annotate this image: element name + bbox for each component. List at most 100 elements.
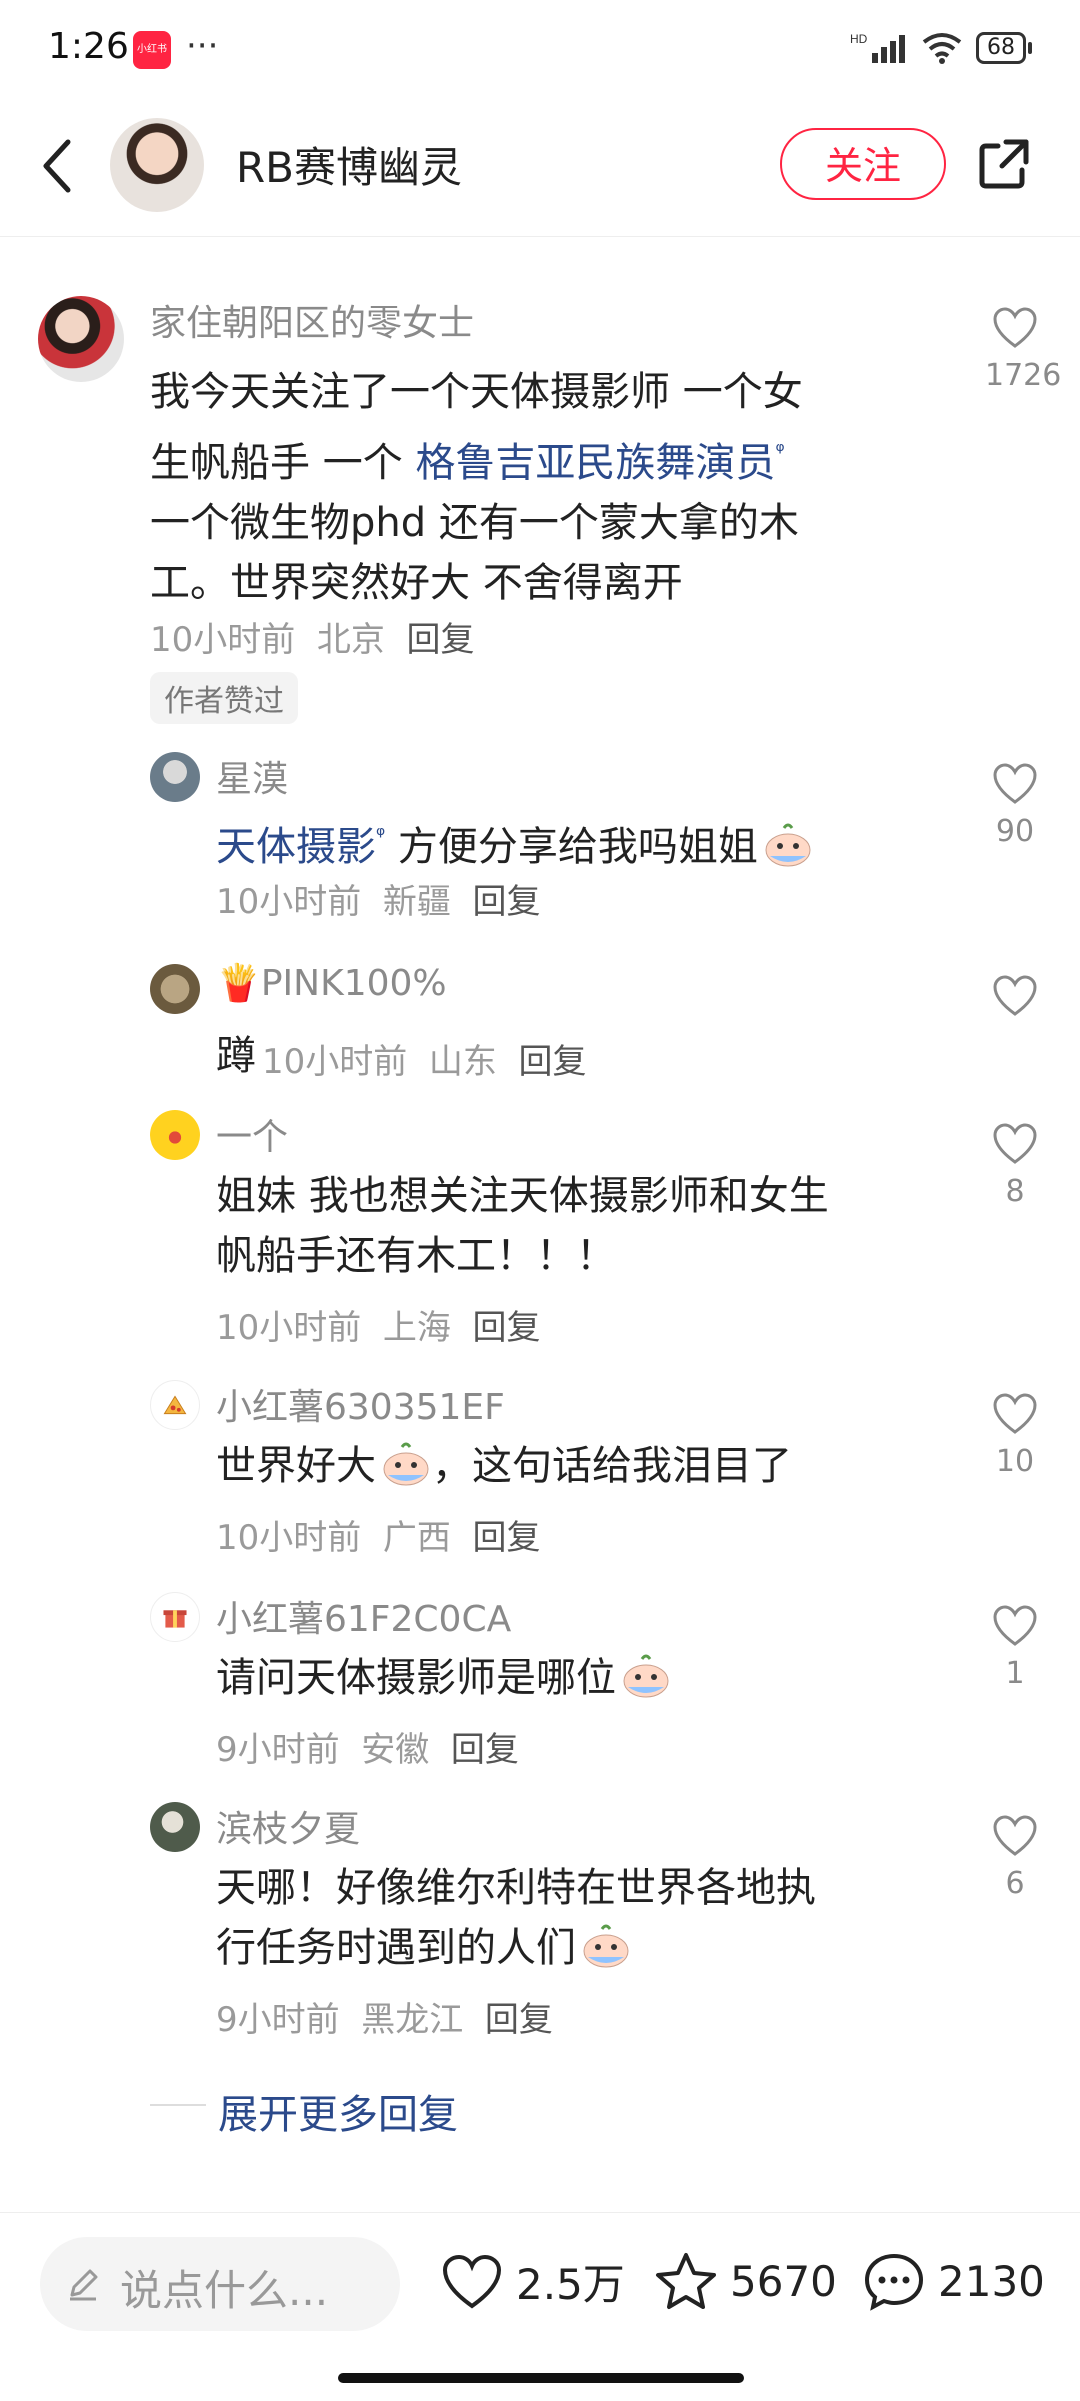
comment-line: 生帆船手 一个 格鲁吉亚民族舞演员ᵠ xyxy=(150,422,950,493)
reply-location: 新疆 xyxy=(382,882,451,922)
like-total: 2.5万 xyxy=(516,2260,625,2309)
search-link[interactable]: 格鲁吉亚民族舞演员 xyxy=(415,440,775,486)
heart-icon[interactable] xyxy=(991,1604,1039,1648)
heart-icon[interactable] xyxy=(991,1122,1039,1166)
reply-like[interactable]: 1 xyxy=(985,1604,1045,1691)
reply-meta: 10小时前 上海 回复 xyxy=(216,1300,541,1349)
reply-text-body: 行任务时遇到的人们 xyxy=(216,1925,576,1971)
follow-button[interactable]: 关注 xyxy=(780,128,946,200)
crying-emoji-icon xyxy=(583,1924,629,1968)
like-count: 6 xyxy=(1005,1866,1025,1901)
search-icon: ᵠ xyxy=(775,439,785,464)
comment-time: 10小时前 xyxy=(150,620,296,660)
heart-icon[interactable] xyxy=(991,762,1039,806)
reply-text-body: 蹲 xyxy=(216,1033,256,1079)
reply-line: 行任务时遇到的人们 xyxy=(216,1918,956,1978)
reply-text[interactable]: 天体摄影ᵠ 方便分享给我吗姐姐 xyxy=(216,806,956,877)
replier-avatar[interactable] xyxy=(150,1380,200,1430)
heart-icon[interactable] xyxy=(440,2252,504,2312)
pencil-icon xyxy=(70,2269,98,2301)
comment-line: 工。世界突然好大 不舍得离开 xyxy=(150,560,683,606)
back-arrow-icon[interactable] xyxy=(38,136,78,196)
reply-meta: 10小时前 广西 回复 xyxy=(216,1510,541,1559)
reply-button[interactable]: 回复 xyxy=(519,1042,587,1082)
reply-location: 广西 xyxy=(382,1518,451,1558)
reply-like[interactable] xyxy=(985,974,1045,1026)
reply-time: 9小时前 xyxy=(216,2000,340,2040)
signal-icon: HD xyxy=(850,32,905,63)
like-count: 1726 xyxy=(985,358,1062,393)
more-notifications-icon: ··· xyxy=(186,26,219,66)
reply-button[interactable]: 回复 xyxy=(451,1730,519,1770)
replier-avatar[interactable] xyxy=(150,964,200,1014)
reply-time: 10小时前 xyxy=(216,1518,362,1558)
replier-avatar[interactable] xyxy=(150,1592,200,1642)
search-link[interactable]: 天体摄影 xyxy=(216,824,376,870)
comment-total: 2130 xyxy=(938,2256,1045,2306)
system-icons: HD 68 xyxy=(850,28,1032,68)
share-icon[interactable] xyxy=(976,136,1032,192)
pizza-icon xyxy=(163,1395,187,1415)
commenter-name[interactable]: 家住朝阳区的零女士 xyxy=(150,294,474,346)
reply-button[interactable]: 回复 xyxy=(485,2000,553,2040)
commenter-avatar[interactable] xyxy=(38,296,124,382)
replier-name[interactable]: 一个 xyxy=(216,1108,288,1160)
replier-name[interactable]: 🍟PINK100% xyxy=(216,962,447,1004)
comment-meta: 10小时前 北京 回复 xyxy=(150,612,475,661)
author-name[interactable]: RB赛博幽灵 xyxy=(236,134,462,195)
author-avatar[interactable] xyxy=(110,118,204,212)
network-type: HD xyxy=(850,32,868,46)
heart-icon[interactable] xyxy=(991,1392,1039,1436)
replier-name[interactable]: 滨枝夕夏 xyxy=(216,1800,360,1852)
reply-line: 天哪！好像维尔利特在世界各地执 xyxy=(216,1865,816,1911)
home-indicator[interactable] xyxy=(338,2373,744,2383)
reply-text-body: 方便分享给我吗姐姐 xyxy=(385,824,758,870)
heart-icon[interactable] xyxy=(991,1814,1039,1858)
expand-more-replies-button[interactable]: 展开更多回复 xyxy=(218,2082,458,2140)
reply-button[interactable]: 回复 xyxy=(473,1518,541,1558)
reply-text-body: 世界好大 xyxy=(216,1443,376,1489)
comment-line: 一个微生物phd 还有一个蒙大拿的木 xyxy=(150,500,799,546)
reply-like[interactable]: 6 xyxy=(985,1814,1045,1901)
wifi-icon xyxy=(922,33,962,64)
reply-button[interactable]: 回复 xyxy=(407,620,475,660)
chat-bubble-icon[interactable] xyxy=(862,2251,926,2311)
comment-location: 北京 xyxy=(316,620,385,660)
reply-button[interactable]: 回复 xyxy=(473,882,541,922)
reply-text[interactable]: 世界好大 ，这句话给我泪目了 xyxy=(216,1436,956,1496)
replier-avatar[interactable] xyxy=(150,752,200,802)
replier-name[interactable]: 小红薯61F2C0CA xyxy=(216,1590,511,1642)
replier-name[interactable]: 小红薯630351EF xyxy=(216,1378,505,1430)
like-stat[interactable]: 2.5万 xyxy=(440,2251,625,2312)
heart-icon[interactable] xyxy=(991,306,1039,350)
collect-total: 5670 xyxy=(730,2256,837,2306)
replier-avatar[interactable] xyxy=(150,1110,200,1160)
reply-like[interactable]: 8 xyxy=(985,1122,1045,1209)
replier-name[interactable]: 星漠 xyxy=(216,750,288,802)
gift-icon xyxy=(163,1610,187,1628)
reply-like[interactable]: 10 xyxy=(985,1392,1045,1479)
reply-meta: 10小时前 新疆 回复 xyxy=(216,874,541,923)
bottom-bar: 说点什么... 2.5万 5670 2130 xyxy=(0,2212,1080,2401)
reply-text[interactable]: 姐妹 我也想关注天体摄影师和女生 帆船手还有木工！！！ xyxy=(216,1166,956,1286)
clock: 1:26 xyxy=(48,26,129,67)
comment-stat[interactable]: 2130 xyxy=(862,2251,1045,2311)
reply-time: 9小时前 xyxy=(216,1730,340,1770)
reply-line: 姐妹 我也想关注天体摄影师和女生 xyxy=(216,1173,829,1219)
like-count: 1 xyxy=(1005,1656,1025,1691)
reply-location: 山东 xyxy=(428,1042,497,1082)
search-icon: ᵠ xyxy=(376,823,386,848)
comment-like[interactable]: 1726 xyxy=(985,306,1062,393)
comment-input[interactable]: 说点什么... xyxy=(40,2237,400,2331)
heart-icon[interactable] xyxy=(991,974,1039,1018)
reply-text-body: 请问天体摄影师是哪位 xyxy=(216,1655,616,1701)
reply-like[interactable]: 90 xyxy=(985,762,1045,849)
reply-text[interactable]: 请问天体摄影师是哪位 xyxy=(216,1648,956,1708)
reply-time: 10小时前 xyxy=(262,1042,408,1082)
collect-stat[interactable]: 5670 xyxy=(654,2251,837,2311)
reply-button[interactable]: 回复 xyxy=(473,1308,541,1348)
comment-text[interactable]: 我今天关注了一个天体摄影师 一个女 生帆船手 一个 格鲁吉亚民族舞演员ᵠ 一个微… xyxy=(150,362,950,613)
replier-avatar[interactable] xyxy=(150,1802,200,1852)
reply-text[interactable]: 天哪！好像维尔利特在世界各地执 行任务时遇到的人们 xyxy=(216,1858,956,1978)
star-icon[interactable] xyxy=(654,2251,718,2311)
